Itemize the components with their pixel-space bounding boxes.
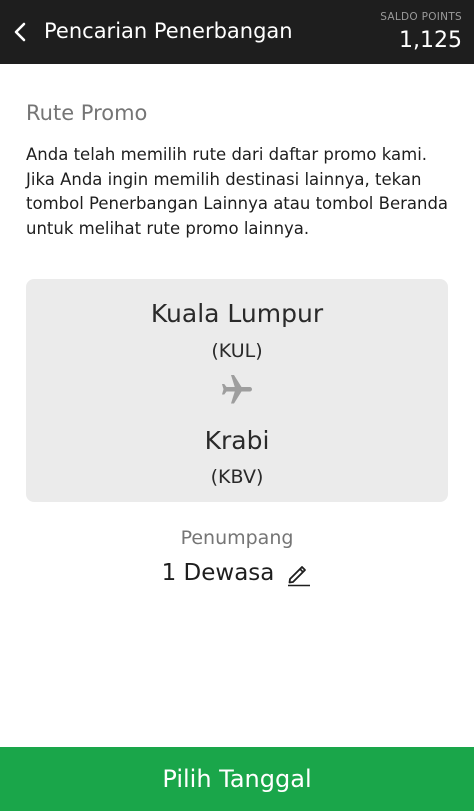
edit-passenger-button[interactable] xyxy=(284,558,312,588)
destination-city: Krabi xyxy=(204,426,270,455)
points-value: 1,125 xyxy=(399,28,462,53)
passenger-label: Penumpang xyxy=(180,527,294,549)
back-button[interactable] xyxy=(6,14,34,50)
chevron-left-icon xyxy=(14,22,26,42)
section-title: Rute Promo xyxy=(26,101,148,125)
page-title: Pencarian Penerbangan xyxy=(44,19,293,43)
passenger-value: 1 Dewasa xyxy=(161,560,275,586)
origin-code: (KUL) xyxy=(211,340,263,362)
airplane-icon xyxy=(222,375,252,404)
promo-description: Anda telah memilih rute dari daftar prom… xyxy=(26,145,449,238)
pencil-icon xyxy=(288,566,311,587)
select-date-button[interactable]: Pilih Tanggal xyxy=(0,747,474,811)
passenger-row: 1 Dewasa xyxy=(0,558,474,588)
points-label: SALDO POINTS xyxy=(380,11,462,23)
route-card: Kuala Lumpur (KUL) Krabi (KBV) xyxy=(26,279,448,502)
destination-code: (KBV) xyxy=(210,466,264,488)
origin-city: Kuala Lumpur xyxy=(150,299,324,328)
top-app-bar: Pencarian Penerbangan SALDO POINTS 1,125 xyxy=(0,0,474,64)
